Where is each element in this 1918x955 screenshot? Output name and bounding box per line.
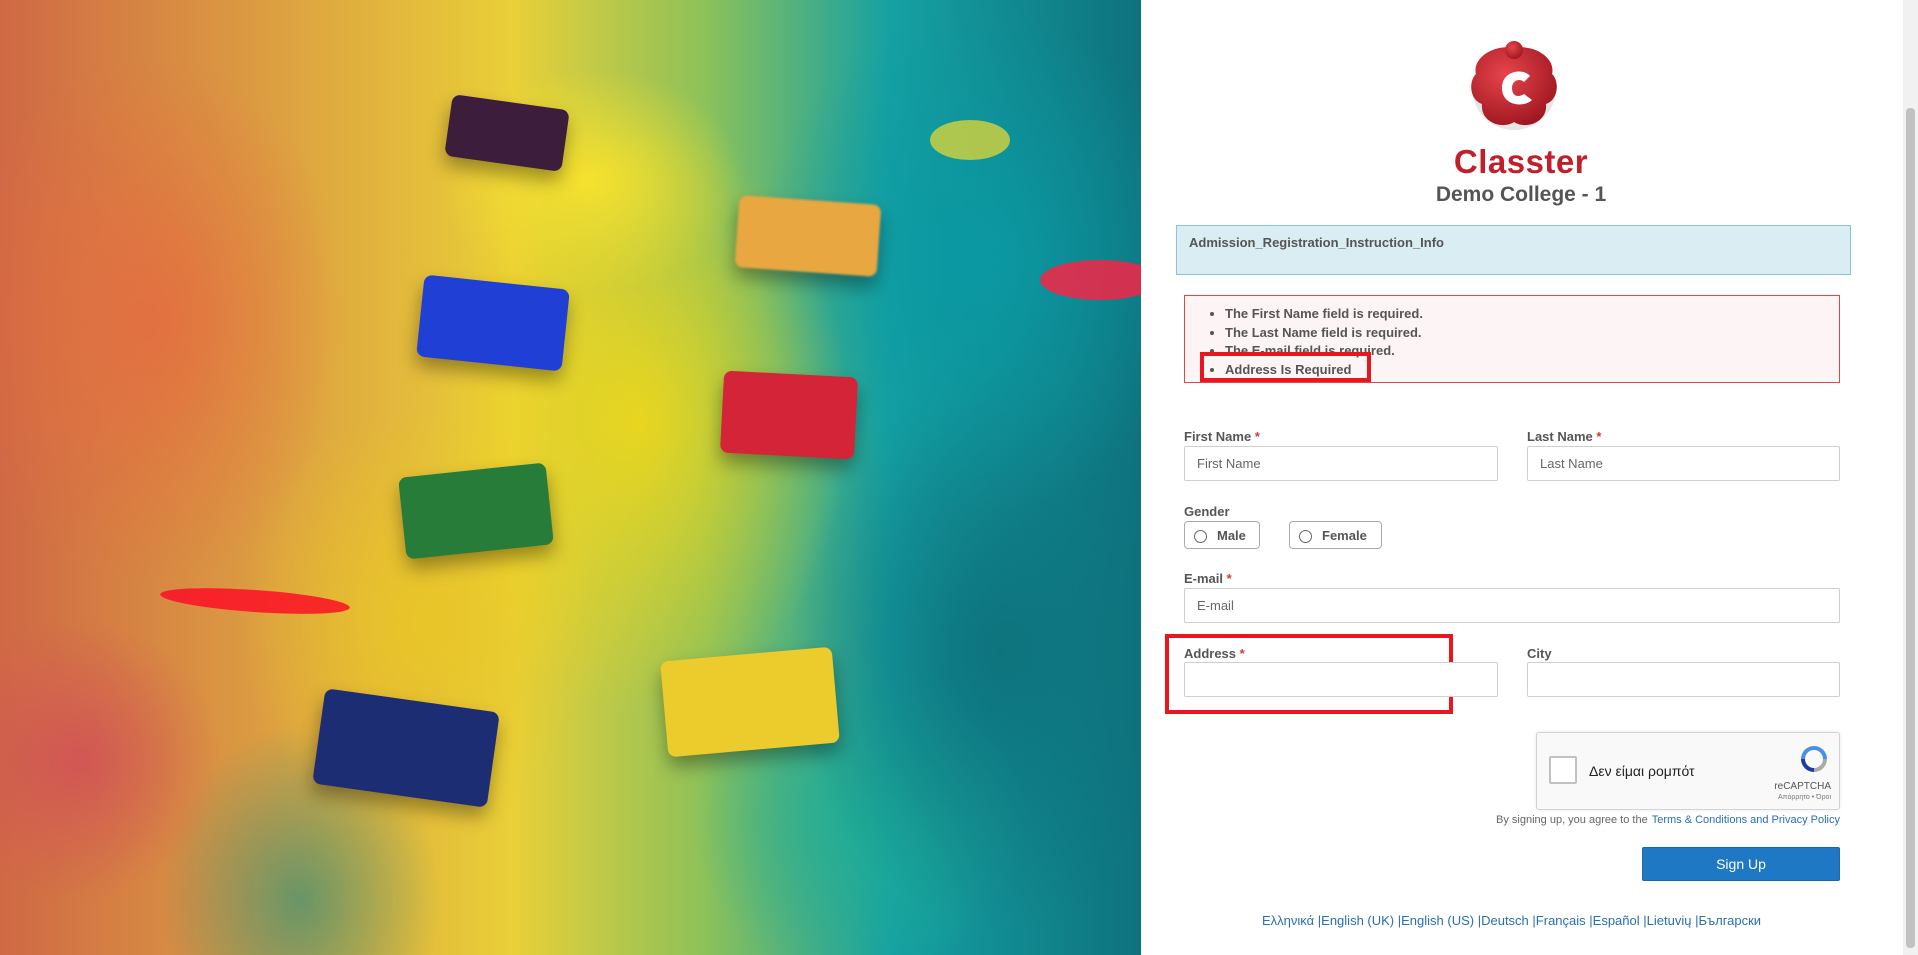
registration-panel: Classter Demo College - 1 Admission_Regi… bbox=[1141, 0, 1918, 955]
first-name-input[interactable] bbox=[1184, 446, 1498, 481]
paint-block-red bbox=[719, 370, 859, 460]
error-item: The First Name field is required. bbox=[1225, 305, 1839, 324]
recaptcha-icon bbox=[1801, 746, 1827, 772]
lang-greek[interactable]: Ελληνικά bbox=[1262, 913, 1314, 928]
lang-deutsch[interactable]: |Deutsch bbox=[1478, 913, 1529, 928]
lang-english-uk[interactable]: |English (UK) bbox=[1318, 913, 1394, 928]
address-label: Address * bbox=[1184, 646, 1245, 661]
brand-name: Classter bbox=[1453, 143, 1589, 180]
background-painting bbox=[0, 0, 1141, 955]
lang-bulgarian[interactable]: |Български bbox=[1695, 913, 1761, 928]
paint-block-green bbox=[398, 462, 554, 560]
terms-link[interactable]: Terms & Conditions and Privacy Policy bbox=[1652, 814, 1840, 826]
recaptcha-brand: reCAPTCHA bbox=[1774, 781, 1831, 792]
college-name: Demo College - 1 bbox=[1435, 183, 1607, 206]
paint-block-orange bbox=[734, 195, 882, 277]
instruction-info-box: Admission_Registration_Instruction_Info bbox=[1176, 225, 1851, 275]
recaptcha-label: Δεν είμαι ρομπότ bbox=[1589, 763, 1695, 779]
gender-male-label: Male bbox=[1217, 527, 1246, 543]
error-item: The Last Name field is required. bbox=[1225, 324, 1839, 343]
last-name-label: Last Name * bbox=[1527, 429, 1602, 444]
gender-label: Gender bbox=[1184, 504, 1230, 519]
gender-male-radio[interactable]: Male bbox=[1184, 521, 1260, 549]
city-label: City bbox=[1527, 646, 1552, 661]
email-label: E-mail * bbox=[1184, 571, 1232, 586]
language-selector: Ελληνικά |English (UK) |English (US) |De… bbox=[1262, 913, 1761, 928]
radio-circle-icon bbox=[1299, 529, 1312, 543]
recaptcha-checkbox[interactable] bbox=[1549, 756, 1577, 784]
terms-text: By signing up, you agree to the bbox=[1496, 814, 1648, 826]
terms-notice: By signing up, you agree to the Terms & C… bbox=[1496, 814, 1840, 826]
sign-up-button[interactable]: Sign Up bbox=[1642, 847, 1840, 881]
address-error-highlight bbox=[1200, 352, 1371, 382]
address-input[interactable] bbox=[1184, 662, 1498, 697]
paint-streak bbox=[1040, 260, 1141, 300]
lang-francais[interactable]: |Français bbox=[1532, 913, 1585, 928]
lang-espanol[interactable]: |Español bbox=[1589, 913, 1639, 928]
city-input[interactable] bbox=[1527, 662, 1840, 697]
paint-block-blue bbox=[416, 274, 570, 372]
paint-block-navy bbox=[312, 688, 500, 808]
gender-female-label: Female bbox=[1322, 527, 1367, 543]
gender-female-radio[interactable]: Female bbox=[1289, 521, 1382, 549]
instruction-info-text: Admission_Registration_Instruction_Info bbox=[1189, 235, 1444, 250]
lang-english-us[interactable]: |English (US) bbox=[1398, 913, 1474, 928]
classter-logo-icon bbox=[1471, 41, 1557, 130]
page-scrollbar[interactable] bbox=[1903, 0, 1918, 955]
paint-block-yellow bbox=[660, 646, 840, 758]
radio-circle-icon bbox=[1194, 529, 1207, 543]
last-name-input[interactable] bbox=[1527, 446, 1840, 481]
scrollbar-thumb[interactable] bbox=[1906, 108, 1915, 948]
email-input[interactable] bbox=[1184, 588, 1840, 623]
paint-streak bbox=[930, 120, 1010, 160]
paint-block-purple bbox=[444, 94, 570, 172]
first-name-label: First Name * bbox=[1184, 429, 1260, 444]
recaptcha-privacy-terms[interactable]: Απόρρητο • Όροι bbox=[1778, 794, 1831, 801]
recaptcha-widget: Δεν είμαι ρομπότ reCAPTCHA Απόρρητο • Όρ… bbox=[1536, 732, 1840, 810]
paint-streak bbox=[159, 583, 351, 619]
lang-lietuviu[interactable]: |Lietuvių bbox=[1643, 913, 1691, 928]
